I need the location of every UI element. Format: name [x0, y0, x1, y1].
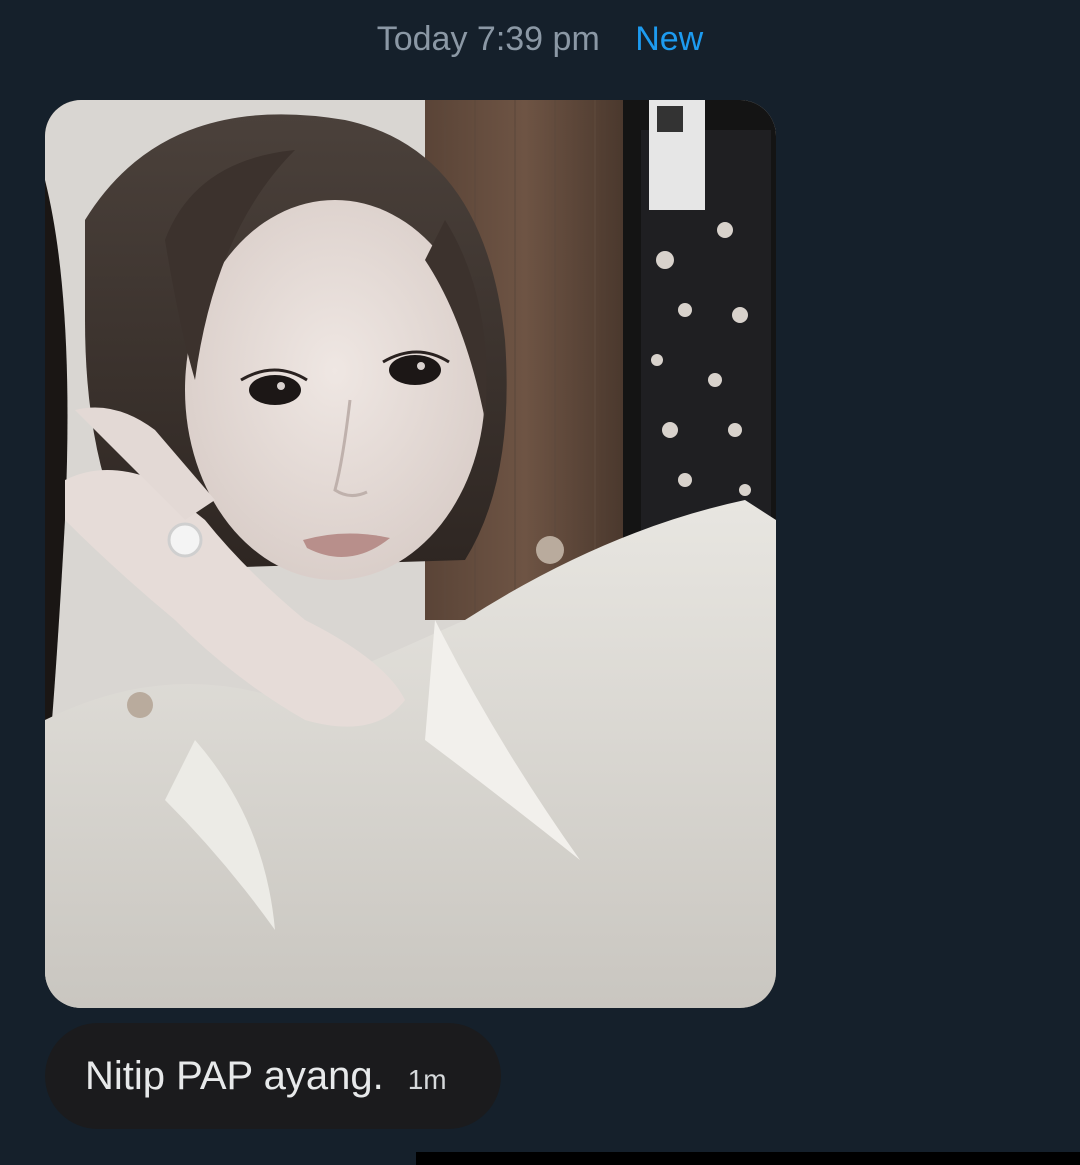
- message-timestamp: 1m: [407, 1064, 447, 1095]
- date-label: Today 7:39 pm: [376, 20, 600, 58]
- message-text: Nitip PAP ayang.: [85, 1054, 384, 1098]
- message-bubble[interactable]: Nitip PAP ayang. 1m: [45, 1023, 501, 1129]
- date-divider: Today 7:39 pm New: [0, 18, 1080, 60]
- photo-message[interactable]: [45, 100, 776, 1008]
- bottom-bar-edge: [416, 1152, 1080, 1165]
- new-label: New: [635, 20, 704, 58]
- selfie-photo-image: [45, 100, 776, 1008]
- dm-conversation-view: Today 7:39 pm New Nitip PAP ayang. 1m: [0, 0, 1080, 1165]
